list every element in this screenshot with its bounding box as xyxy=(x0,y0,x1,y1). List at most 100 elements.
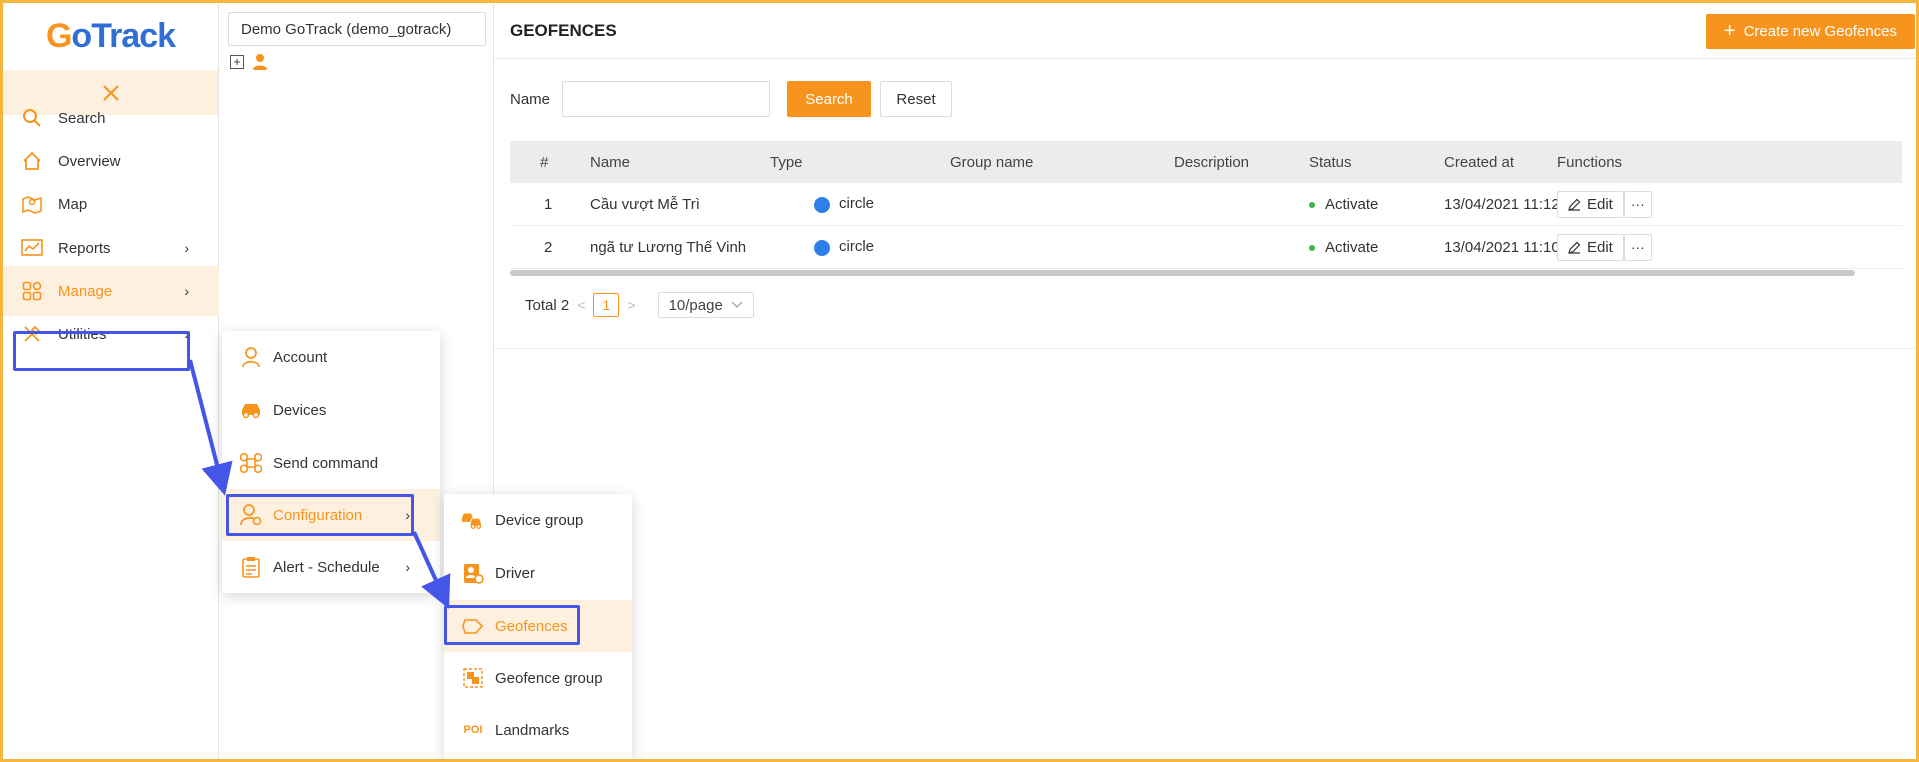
manage-submenu: Account Devices Send command Configurati… xyxy=(222,331,440,593)
name-filter-input[interactable] xyxy=(562,81,771,117)
geofences-table: # Name Type Group name Description Statu… xyxy=(510,141,1902,276)
gotrack-logo[interactable]: Go Track xyxy=(3,3,218,70)
edit-button[interactable]: Edit xyxy=(1557,190,1624,218)
pagination: Total 2 < 1 > 10/page xyxy=(525,292,754,318)
cars-icon xyxy=(461,508,485,532)
menu-item-device-group[interactable]: Device group xyxy=(444,494,632,546)
menu-item-label: Geofence group xyxy=(495,669,603,687)
menu-item-label: Account xyxy=(273,348,328,366)
page-header: GEOFENCES xyxy=(495,3,1916,59)
pagination-total: Total 2 xyxy=(525,296,570,314)
column-header-type[interactable]: Type xyxy=(770,154,803,171)
menu-item-send-command[interactable]: Send command xyxy=(222,437,440,489)
menu-item-label: Devices xyxy=(273,401,327,419)
menu-item-account[interactable]: Account xyxy=(222,331,440,383)
status-badge: Activate xyxy=(1309,239,1378,256)
menu-item-label: Driver xyxy=(495,564,535,582)
pencil-icon xyxy=(1568,241,1581,254)
geofence-group-icon xyxy=(461,666,485,690)
content-divider xyxy=(495,348,1916,349)
grid-icon xyxy=(20,279,44,303)
sidebar-item-label: Overview xyxy=(58,152,121,170)
status-label: Activate xyxy=(1325,238,1379,256)
menu-item-geofence-group[interactable]: Geofence group xyxy=(444,652,632,704)
chevron-right-icon: › xyxy=(405,559,410,575)
clipboard-icon xyxy=(239,555,263,579)
circle-type-icon xyxy=(814,239,830,256)
filter-bar: Name Search Reset xyxy=(510,81,953,117)
row-actions: Edit ··· xyxy=(1557,233,1652,261)
next-page-button[interactable]: > xyxy=(627,297,635,313)
geofence-type: circle xyxy=(814,238,875,256)
edit-label: Edit xyxy=(1587,195,1613,213)
reset-button[interactable]: Reset xyxy=(880,81,953,117)
create-geofence-button[interactable]: + Create new Geofences xyxy=(1705,14,1915,49)
driver-icon xyxy=(461,561,485,585)
chevron-right-icon: › xyxy=(184,283,189,299)
row-number: 2 xyxy=(544,238,553,256)
table-row[interactable]: 2 ngã tư Lương Thế Vinh circle Activate … xyxy=(510,226,1902,269)
menu-item-label: Alert - Schedule xyxy=(273,558,380,576)
status-badge: Activate xyxy=(1309,196,1378,213)
chevron-down-icon xyxy=(731,301,743,308)
status-label: Activate xyxy=(1325,195,1379,213)
user-group-icon[interactable] xyxy=(252,53,268,70)
created-at: 13/04/2021 11:10 xyxy=(1444,238,1560,256)
column-header-description[interactable]: Description xyxy=(1174,154,1249,171)
horizontal-scrollbar[interactable] xyxy=(510,270,1855,276)
create-geofence-label: Create new Geofences xyxy=(1743,23,1897,40)
search-icon xyxy=(20,106,44,130)
column-header-status[interactable]: Status xyxy=(1309,154,1352,171)
search-button[interactable]: Search xyxy=(787,81,872,117)
column-header-group[interactable]: Group name xyxy=(950,154,1033,171)
highlight-manage xyxy=(13,331,190,371)
sidebar: Go Track Search Overview Map Reports › Ma… xyxy=(3,3,219,759)
status-dot-icon xyxy=(1309,244,1315,251)
row-actions: Edit ··· xyxy=(1557,190,1652,218)
home-icon xyxy=(20,149,44,173)
prev-page-button[interactable]: < xyxy=(577,297,585,313)
column-header-number: # xyxy=(540,153,549,171)
geofence-name: ngã tư Lương Thế Vinh xyxy=(590,238,747,256)
menu-item-landmarks[interactable]: POI Landmarks xyxy=(444,704,632,756)
chart-icon xyxy=(20,236,44,260)
logo-letter-g: G xyxy=(45,17,72,55)
created-at: 13/04/2021 11:12 xyxy=(1444,195,1560,213)
highlight-geofences xyxy=(444,605,580,645)
menu-item-devices[interactable]: Devices xyxy=(222,384,440,436)
page-title: GEOFENCES xyxy=(510,20,617,40)
more-actions-button[interactable]: ··· xyxy=(1623,233,1652,261)
sidebar-item-map[interactable]: Map xyxy=(3,179,219,229)
type-label: circle xyxy=(839,195,875,213)
organization-selector[interactable]: Demo GoTrack (demo_gotrack) xyxy=(228,12,486,46)
poi-icon: POI xyxy=(461,718,485,742)
edit-button[interactable]: Edit xyxy=(1557,233,1624,261)
logo-letter-o: o xyxy=(71,17,92,55)
type-label: circle xyxy=(839,238,875,256)
name-filter-label: Name xyxy=(510,90,551,108)
menu-item-label: Send command xyxy=(273,454,379,472)
page-number-current[interactable]: 1 xyxy=(593,293,620,317)
expand-tree-icon[interactable]: + xyxy=(230,54,244,69)
sidebar-item-label: Reports xyxy=(58,239,111,257)
table-row[interactable]: 1 Cầu vượt Mễ Trì circle Activate 13/04/… xyxy=(510,183,1902,226)
geofence-type: circle xyxy=(814,195,875,213)
car-icon xyxy=(239,398,263,422)
geofence-name: Cầu vượt Mễ Trì xyxy=(590,195,700,213)
more-actions-button[interactable]: ··· xyxy=(1623,190,1652,218)
page-size-select[interactable]: 10/page xyxy=(657,292,754,318)
menu-item-driver[interactable]: Driver xyxy=(444,547,632,599)
sidebar-item-label: Manage xyxy=(58,282,113,300)
poi-text: POI xyxy=(463,724,483,736)
menu-item-alert-schedule[interactable]: Alert - Schedule › xyxy=(222,541,440,593)
column-header-name[interactable]: Name xyxy=(590,154,630,171)
menu-item-label: Device group xyxy=(495,511,584,529)
map-icon xyxy=(20,192,44,216)
column-header-functions: Functions xyxy=(1557,153,1623,171)
status-dot-icon xyxy=(1309,201,1315,208)
command-icon xyxy=(239,451,263,475)
sidebar-item-label: Map xyxy=(58,195,88,213)
column-header-created-at[interactable]: Created at xyxy=(1444,154,1514,171)
circle-type-icon xyxy=(814,196,830,213)
row-number: 1 xyxy=(544,195,553,213)
